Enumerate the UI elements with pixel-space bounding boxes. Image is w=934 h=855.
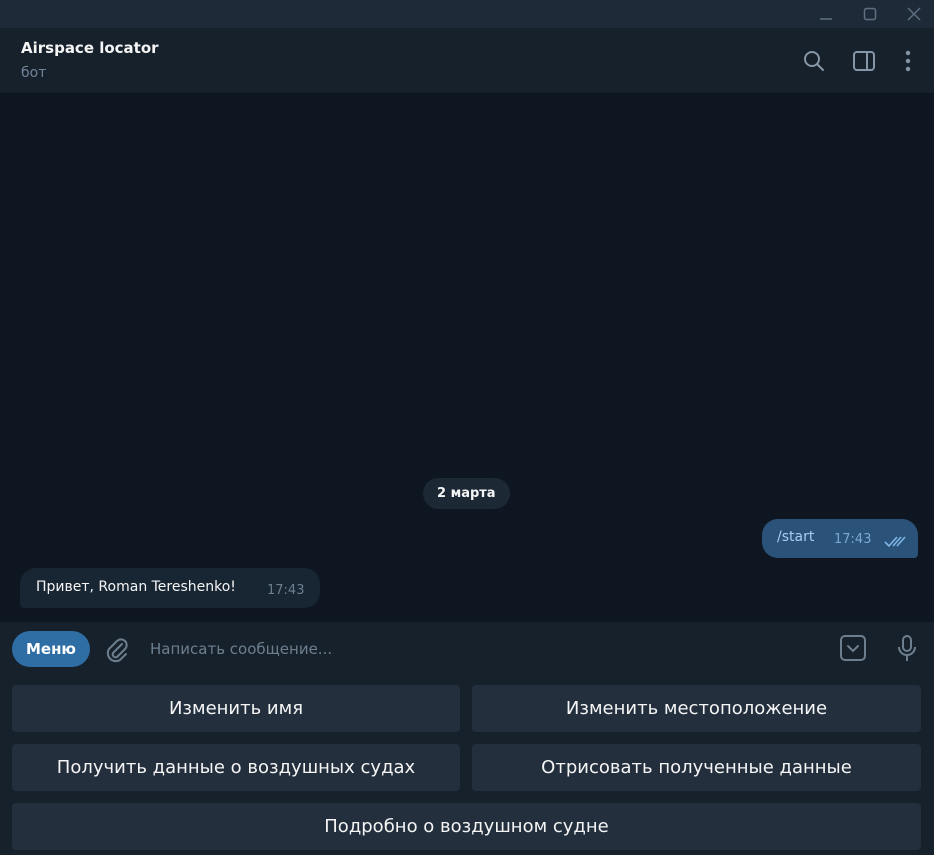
chat-header[interactable]: Airspace locator бот [0, 28, 934, 94]
bot-keyboard-toggle-icon[interactable] [838, 632, 868, 664]
double-check-icon [884, 533, 906, 552]
search-icon[interactable] [800, 47, 828, 75]
minimize-icon[interactable] [804, 0, 848, 28]
bot-menu-button[interactable]: Меню [12, 631, 90, 667]
date-separator: 2 марта [423, 478, 510, 509]
message-input[interactable] [150, 632, 810, 666]
maximize-icon[interactable] [848, 0, 892, 28]
message-text: /start [777, 529, 815, 545]
message-time: 17:43 [834, 532, 872, 547]
close-icon[interactable] [892, 0, 934, 28]
message-text: Привет, Roman Tereshenko! [36, 579, 236, 595]
keyboard-button-change-name[interactable]: Изменить имя [12, 685, 460, 732]
more-vertical-icon[interactable] [894, 47, 922, 75]
keyboard-button-get-aircraft-data[interactable]: Получить данные о воздушных судах [12, 744, 460, 791]
message-composer: Меню [0, 622, 934, 677]
sidebar-toggle-icon[interactable] [850, 47, 878, 75]
message-list[interactable]: 2 марта /start 17:43 Привет, Roman Teres… [0, 95, 934, 622]
chat-title[interactable]: Airspace locator [21, 39, 159, 57]
message-time: 17:43 [267, 583, 305, 598]
window-titlebar [0, 0, 934, 28]
bot-reply-keyboard: Изменить имя Изменить местоположение Пол… [0, 677, 934, 855]
keyboard-button-draw-data[interactable]: Отрисовать полученные данные [472, 744, 921, 791]
chat-subtitle: бот [21, 65, 47, 81]
microphone-icon[interactable] [892, 632, 922, 666]
keyboard-button-change-location[interactable]: Изменить местоположение [472, 685, 921, 732]
keyboard-button-aircraft-details[interactable]: Подробно о воздушном судне [12, 803, 921, 850]
telegram-window: Airspace locator бот 2 марта /start 17:4… [0, 0, 934, 855]
outgoing-message[interactable]: /start 17:43 [762, 519, 918, 558]
incoming-message[interactable]: Привет, Roman Tereshenko! 17:43 [20, 568, 320, 608]
paperclip-icon[interactable] [101, 634, 133, 666]
